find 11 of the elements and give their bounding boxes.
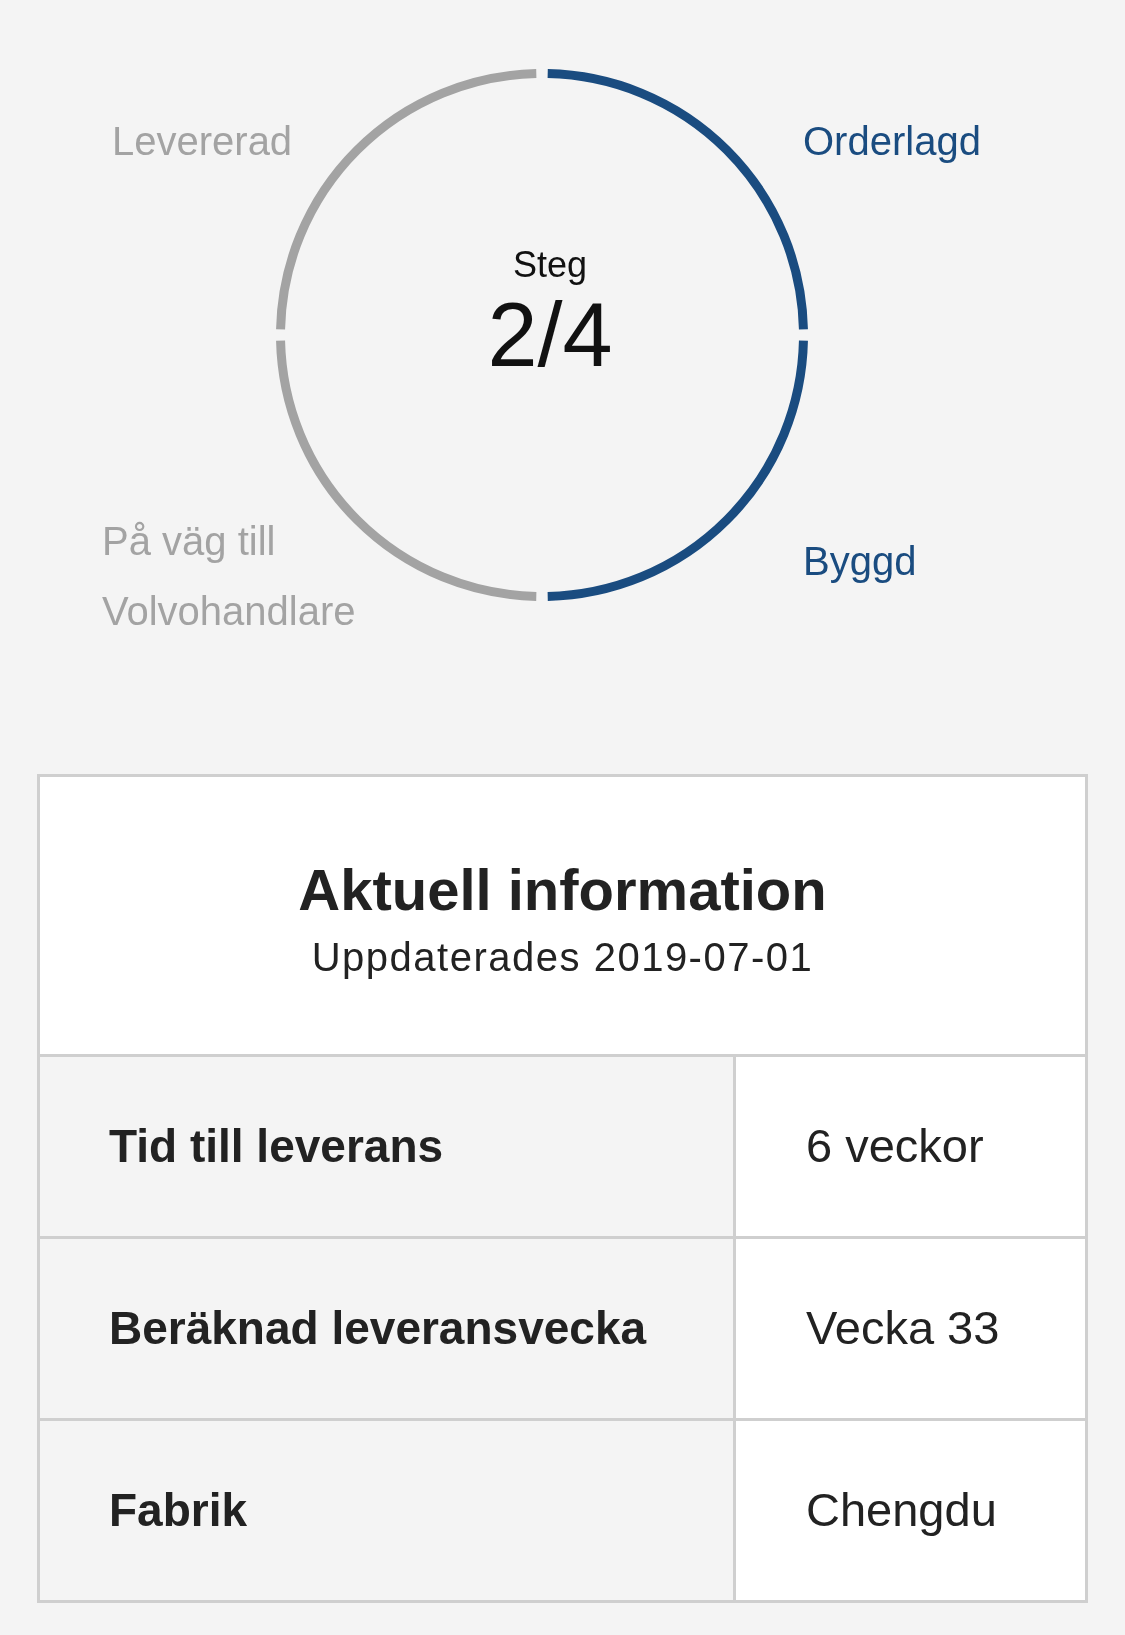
step-counter: 2/4 [487, 285, 613, 385]
step-label: Orderlagd [803, 119, 981, 163]
step-caption: Steg [512, 245, 588, 285]
step-label: På väg till Volvohandlare [102, 518, 357, 635]
table-cell: Fabrik [40, 1421, 736, 1600]
table-cell: Beräknad leveransvecka [40, 1239, 736, 1418]
table-cell: Tid till leverans [40, 1057, 736, 1236]
step-label: Byggd [803, 539, 917, 583]
step-label: Levererad [112, 119, 293, 163]
updated-date: Uppdaterades 2019-07-01 [311, 934, 814, 980]
card-title: Aktuell information [298, 857, 827, 923]
